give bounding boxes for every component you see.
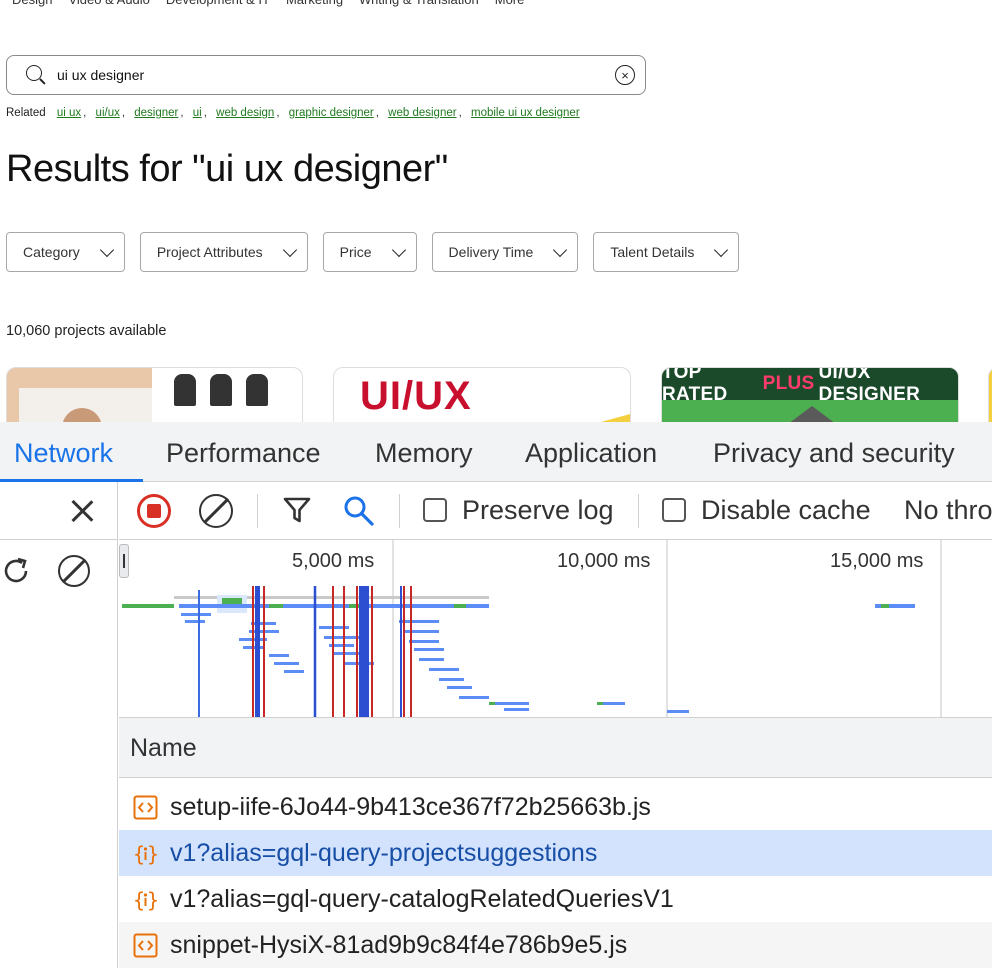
filter-bar: Category Project Attributes Price Delive… — [6, 232, 754, 272]
related-link[interactable]: ui ux — [57, 107, 81, 119]
preserve-log-checkbox[interactable] — [423, 498, 447, 522]
card-banner-text: UI/UX — [360, 374, 472, 418]
model-image — [174, 374, 196, 406]
model-image — [246, 374, 268, 406]
column-header-label: Name — [130, 734, 197, 762]
svg-text:}: } — [147, 888, 158, 912]
request-name: setup-iife-6Jo44-9b413ce367f72b25663b.js — [170, 793, 651, 821]
timeline-tick-label: 15,000 ms — [830, 550, 924, 572]
nav-design[interactable]: Design — [12, 0, 52, 12]
filter-label: Project Attributes — [156, 244, 263, 260]
related-searches: Related ui ux, ui/ux, designer, ui, web … — [6, 107, 580, 119]
nav-writing-translation[interactable]: Writing & Translation — [359, 0, 479, 12]
clear-search-icon[interactable]: × — [615, 65, 635, 85]
column-header-name[interactable]: Name — [119, 718, 992, 778]
request-row[interactable]: {} v1?alias=gql-query-projectsuggestions — [119, 830, 992, 876]
disable-cache-checkbox[interactable] — [662, 498, 686, 522]
filter-label: Talent Details — [610, 244, 695, 260]
toolbar-divider — [257, 494, 258, 528]
fetch-request-icon: {} — [133, 887, 159, 912]
chevron-down-icon — [99, 242, 114, 257]
tab-memory[interactable]: Memory — [375, 438, 473, 469]
devtools-tab-bar: Network Performance Memory Application P… — [0, 422, 992, 482]
category-nav: Design Video & Audio Development & IT Ma… — [0, 0, 528, 12]
close-icon[interactable] — [70, 499, 94, 523]
chevron-down-icon — [391, 242, 406, 257]
filter-label: Price — [339, 244, 372, 260]
filter-category[interactable]: Category — [6, 232, 125, 272]
tab-privacy-security[interactable]: Privacy and security — [713, 438, 955, 469]
mockup-image — [152, 368, 302, 428]
related-link[interactable]: web designer — [388, 107, 456, 119]
devtools-side-panel — [0, 482, 118, 968]
related-label: Related — [6, 107, 46, 119]
filter-label: Delivery Time — [448, 244, 534, 260]
side-panel-toolbar — [0, 540, 118, 598]
filter-talent-details[interactable]: Talent Details — [593, 232, 740, 272]
request-row[interactable]: setup-iife-6Jo44-9b413ce367f72b25663b.js — [119, 784, 992, 830]
card-banner-plus: PLUS — [762, 373, 815, 394]
request-name: v1?alias=gql-query-catalogRelatedQueries… — [170, 885, 674, 913]
filter-label: Category — [23, 244, 80, 260]
nav-more[interactable]: More — [495, 0, 525, 12]
chevron-down-icon — [553, 242, 568, 257]
filter-project-attributes[interactable]: Project Attributes — [139, 232, 308, 272]
card-banner: TOP RATED PLUS UI/UX DESIGNER — [662, 368, 958, 405]
related-link[interactable]: designer — [134, 107, 178, 119]
tab-network[interactable]: Network — [14, 438, 113, 469]
request-name: v1?alias=gql-query-projectsuggestions — [170, 839, 598, 867]
results-title: Results for "ui ux designer" — [6, 148, 448, 190]
network-toolbar: Preserve log Disable cache No thro — [119, 482, 992, 540]
related-link[interactable]: graphic designer — [289, 107, 374, 119]
chevron-down-icon — [714, 242, 729, 257]
reload-icon[interactable] — [0, 555, 32, 587]
search-icon[interactable] — [25, 64, 47, 86]
related-link[interactable]: ui/ux — [96, 107, 120, 119]
nav-video-audio[interactable]: Video & Audio — [68, 0, 149, 12]
filter-delivery-time[interactable]: Delivery Time — [431, 232, 579, 272]
side-panel-header — [0, 482, 118, 540]
script-file-icon — [133, 795, 158, 820]
svg-text:{: { — [133, 842, 145, 866]
nav-marketing[interactable]: Marketing — [286, 0, 343, 12]
related-link[interactable]: mobile ui ux designer — [471, 107, 580, 119]
model-image — [210, 374, 232, 406]
toolbar-divider — [399, 494, 400, 528]
request-row[interactable]: snippet-HysiX-81ad9b9c84f4e786b9e5.js — [119, 922, 992, 968]
preserve-log-label: Preserve log — [462, 495, 614, 525]
search-bar: × — [6, 55, 646, 95]
timeline-tick-label: 5,000 ms — [292, 550, 375, 572]
filter-icon[interactable] — [282, 495, 312, 525]
request-row[interactable]: {} v1?alias=gql-query-catalogRelatedQuer… — [119, 876, 992, 922]
disable-cache-label: Disable cache — [701, 495, 871, 525]
clear-log-icon[interactable] — [199, 494, 233, 528]
filter-price[interactable]: Price — [322, 232, 417, 272]
toolbar-divider — [638, 494, 639, 528]
network-overview-timeline[interactable]: 5,000 ms 10,000 ms 15,000 ms — [119, 540, 992, 718]
tab-application[interactable]: Application — [525, 438, 657, 469]
search-input[interactable] — [57, 67, 615, 83]
search-icon[interactable] — [342, 494, 376, 528]
svg-text:{: { — [133, 888, 145, 912]
related-link[interactable]: ui — [193, 107, 202, 119]
stop-recording-icon[interactable] — [137, 494, 171, 528]
timeline-tick-label: 10,000 ms — [557, 550, 651, 572]
block-icon[interactable] — [58, 555, 90, 587]
devtools-panel: Network Performance Memory Application P… — [0, 422, 992, 968]
fetch-request-icon: {} — [133, 841, 159, 866]
related-link[interactable]: web design — [216, 107, 274, 119]
chevron-down-icon — [282, 242, 297, 257]
projects-count: 10,060 projects available — [6, 323, 167, 339]
request-name: snippet-HysiX-81ad9b9c84f4e786b9e5.js — [170, 931, 628, 959]
throttling-dropdown[interactable]: No thro — [904, 495, 992, 526]
request-list: setup-iife-6Jo44-9b413ce367f72b25663b.js… — [119, 784, 992, 968]
tab-performance[interactable]: Performance — [166, 438, 321, 469]
nav-development-it[interactable]: Development & IT — [166, 0, 270, 12]
script-file-icon — [133, 933, 158, 958]
timeline-drag-handle[interactable] — [119, 544, 129, 578]
svg-text:}: } — [147, 842, 158, 866]
